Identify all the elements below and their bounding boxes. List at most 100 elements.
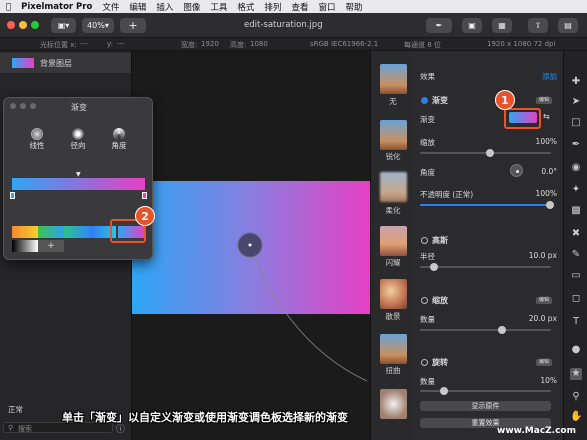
effect-thumb-soften[interactable] [380,172,407,202]
gradient-editor-bar[interactable] [12,178,145,190]
menu-arrange[interactable]: 排列 [264,1,281,13]
reverse-gradient-icon[interactable]: ⇆ [543,112,550,121]
step-badge-1: 1 [495,90,515,110]
search-icon: ⚲ [8,424,14,432]
menu-view[interactable]: 查看 [291,1,308,13]
effect-thumb-distort[interactable] [380,334,407,364]
menu-file[interactable]: 文件 [102,1,119,13]
angle-dial-dot [516,170,519,173]
spin-effect-title[interactable]: 旋转 [432,357,448,368]
add-button[interactable]: + [120,18,146,33]
gauss-effect-title[interactable]: 高斯 [432,235,448,246]
shape-tool-icon[interactable]: ◻ [570,293,582,305]
pointer-tool-icon[interactable]: ➤ [570,96,582,108]
gradient-stop-right[interactable] [142,192,147,199]
angle-row: 角度 0.0° [420,167,557,178]
preset-orange[interactable] [12,226,38,238]
sidebar-right-icon: ▤ [564,21,572,30]
preset-teal[interactable] [64,226,90,238]
zoom-amount-knob[interactable] [498,326,506,334]
zoom-edit-button[interactable]: 编辑 [535,297,552,304]
spin-amount-knob[interactable] [440,387,448,395]
opacity-slider[interactable] [420,201,554,209]
add-effect-button[interactable]: 添加 [542,71,557,82]
type-tool-icon[interactable]: T [570,316,582,328]
gradient-guide-line [249,244,368,382]
zoom-amount-slider[interactable] [420,326,551,334]
image-size: 1920 x 1080 72 dpi [487,40,556,48]
angle-type-icon[interactable] [113,128,125,140]
radius-slider-knob[interactable] [430,263,438,271]
spin-enable-checkbox[interactable] [421,359,428,366]
menu-edit[interactable]: 编辑 [129,1,146,13]
zoom-select[interactable]: 40% ▾ [82,18,114,33]
gradient-edit-button[interactable]: 编辑 [535,97,552,104]
menu-insert[interactable]: 插入 [156,1,173,13]
blend-mode-select[interactable]: 正常 [8,404,23,415]
fill-tool-icon[interactable]: ● [570,344,582,356]
gradient-effect-title[interactable]: 渐变 [432,95,448,106]
linear-type-icon[interactable] [31,128,43,140]
menu-window[interactable]: 窗口 [318,1,335,13]
repair-tool-icon[interactable]: ✖ [570,228,582,240]
select-tool-icon[interactable]: □ [570,117,582,129]
zoom-enable-checkbox[interactable] [421,297,428,304]
layer-button[interactable]: ▦ [492,18,512,33]
radius-slider[interactable] [420,263,551,271]
cursor-y-value: --- [117,40,125,48]
layer-row[interactable]: 背景图层 [0,53,131,73]
opacity-slider-knob[interactable] [546,201,554,209]
effect-thumb-glow[interactable] [380,226,407,256]
color-profile: sRGB IEC61966-2.1 [310,40,379,48]
apple-icon[interactable]:  [6,2,11,12]
zoom-window-button[interactable] [31,21,39,29]
scale-value: 100% [535,137,557,146]
effect-thumb-bokeh[interactable] [380,279,407,309]
radial-type-icon[interactable] [72,128,84,140]
retouch-tool-icon[interactable]: ✎ [570,249,582,261]
menu-help[interactable]: 帮助 [345,1,362,13]
menu-bar:  Pixelmator Pro 文件 编辑 插入 图像 工具 格式 排列 查看… [0,0,587,13]
zoom-tool-icon[interactable]: ⚲ [570,391,582,403]
add-preset-button[interactable]: + [38,240,64,252]
angle-type-label[interactable]: 角度 [104,140,134,151]
gradient-handle-overlay[interactable] [132,51,370,440]
menu-image[interactable]: 图像 [183,1,200,13]
erase-tool-icon[interactable]: ▭ [570,270,582,282]
close-button[interactable] [7,21,15,29]
sidebar-toggle-button[interactable]: ▣▾ [51,18,76,33]
paint-tool-icon[interactable]: ✒ [570,139,582,151]
more-button[interactable]: ▤ [558,18,578,33]
scale-slider[interactable] [420,149,551,157]
effects-tool-icon[interactable]: ✦ [570,184,582,196]
style-tool-button[interactable]: ✒ [426,18,452,33]
radial-type-label[interactable]: 径向 [63,140,93,151]
gradient-tool-icon[interactable]: ▩ [570,205,582,217]
angle-dial[interactable] [510,164,523,177]
color-adjust-icon[interactable]: ◉ [570,162,582,174]
menu-format[interactable]: 格式 [237,1,254,13]
effect-thumb-none[interactable] [380,64,407,94]
zoom-effect-title[interactable]: 缩放 [432,295,448,306]
preset-green[interactable] [38,226,64,238]
gradient-enable-checkbox[interactable] [421,97,428,104]
spin-edit-button[interactable]: 编辑 [535,359,552,366]
hand-tool-icon[interactable]: ✋ [570,411,582,423]
spin-amount-slider[interactable] [420,387,551,395]
preset-black-white[interactable] [12,240,38,252]
arrange-tool-icon[interactable]: ✚ [570,76,582,88]
menu-tools[interactable]: 工具 [210,1,227,13]
linear-type-label[interactable]: 线性 [22,140,52,151]
gradient-stop-left[interactable] [10,192,15,199]
step-badge-2: 2 [135,206,155,226]
crop-button[interactable]: ▣ [462,18,482,33]
effects-active-icon[interactable]: ★ [570,368,582,380]
app-menu[interactable]: Pixelmator Pro [21,2,92,12]
gauss-enable-checkbox[interactable] [421,237,428,244]
scale-slider-knob[interactable] [486,149,494,157]
minimize-button[interactable] [19,21,27,29]
midpoint-marker-icon[interactable]: ▼ [76,171,81,178]
bit-depth: 每通道 8 位 [404,41,441,49]
effect-thumb-sharpen[interactable] [380,120,407,150]
share-button[interactable]: ⇧ [528,18,548,33]
